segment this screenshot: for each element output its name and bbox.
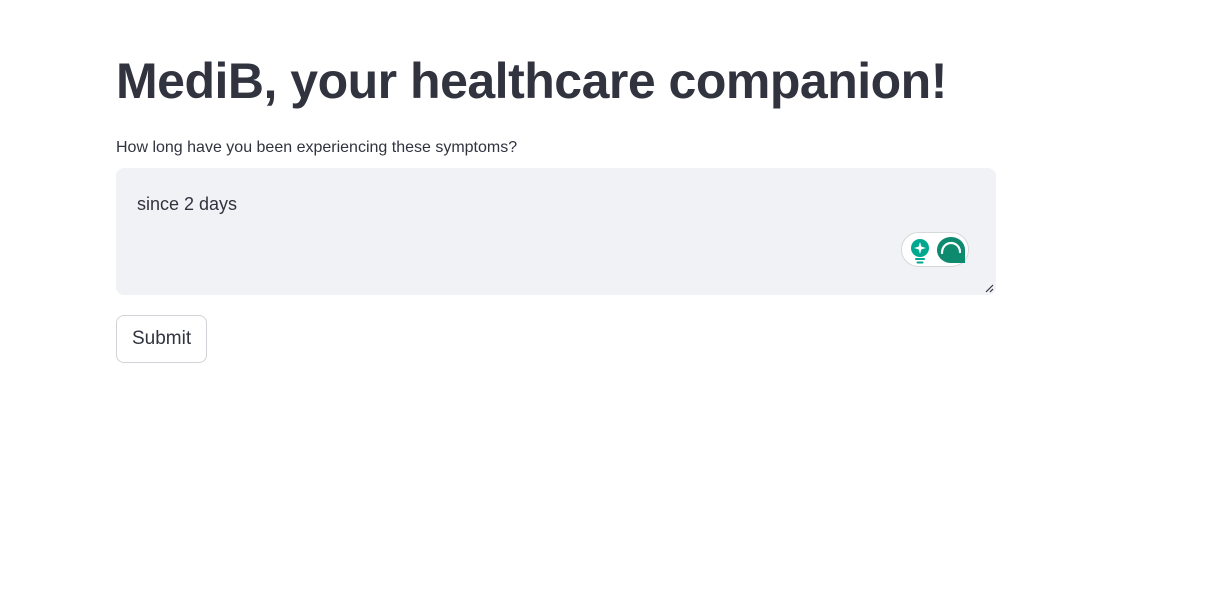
resize-handle-icon[interactable]	[984, 283, 994, 293]
submit-button[interactable]: Submit	[116, 315, 208, 363]
symptom-duration-textarea[interactable]: since 2 days	[116, 168, 996, 295]
writing-assistant-widget[interactable]	[901, 232, 969, 267]
lightbulb-sparkle-icon[interactable]	[908, 238, 932, 264]
assistant-logo-icon[interactable]	[936, 236, 966, 264]
page-title: MediB, your healthcare companion!	[116, 53, 947, 109]
symptom-duration-label: How long have you been experiencing thes…	[116, 139, 518, 156]
symptom-duration-field[interactable]: since 2 days	[116, 168, 996, 295]
